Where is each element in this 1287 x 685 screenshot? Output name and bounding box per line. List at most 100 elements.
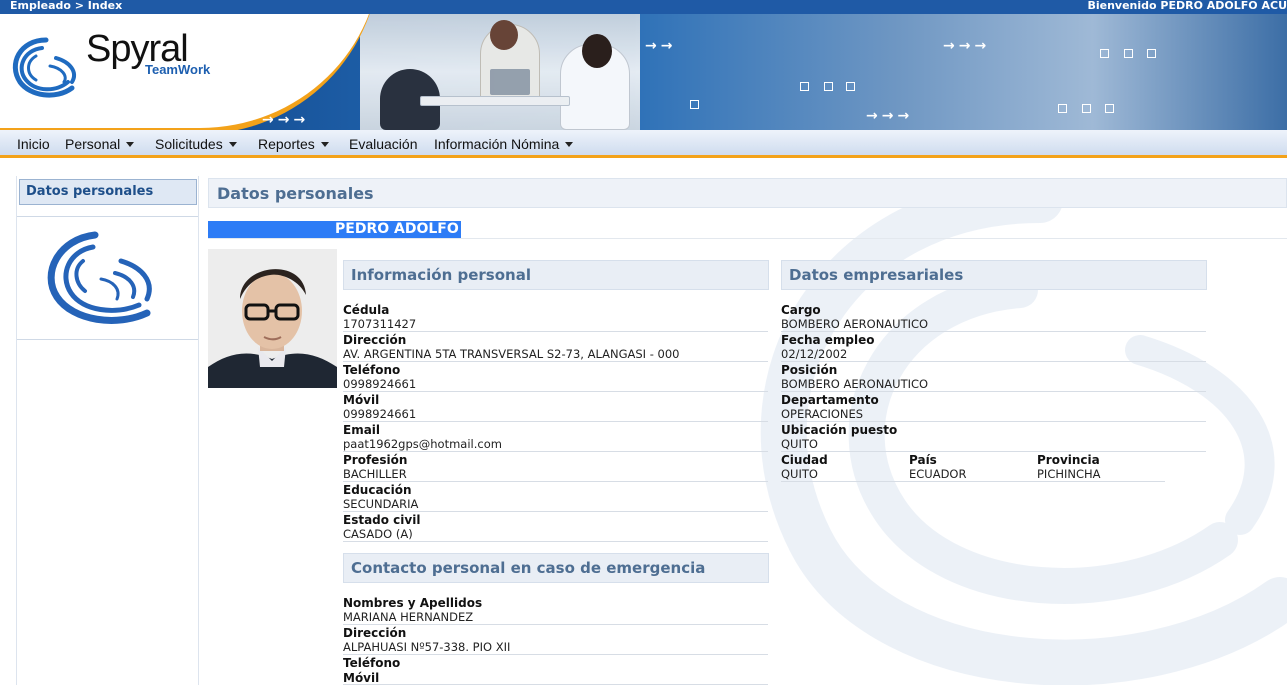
field-label: Posición — [781, 363, 838, 377]
caret-down-icon — [126, 142, 135, 147]
field-provincia: Provincia PICHINCHA — [1037, 452, 1165, 482]
welcome-message: Bienvenido PEDRO ADOLFO ACU — [1087, 0, 1287, 12]
business-info-heading: Datos empresariales — [781, 260, 1207, 290]
field-label: Estado civil — [343, 513, 421, 527]
field-label: Email — [343, 423, 381, 437]
field-direccion: Dirección AV. ARGENTINA 5TA TRANSVERSAL S… — [343, 332, 768, 362]
field-telefono: Teléfono 0998924661 — [343, 362, 768, 392]
nav-solicitudes[interactable]: Solicitudes — [155, 136, 237, 152]
text-selection-highlight — [208, 221, 333, 238]
field-ciudad: Ciudad QUITO — [781, 452, 909, 482]
field-movil: Móvil 0998924661 — [343, 392, 768, 422]
employee-name-row: PEDRO ADOLFO — [208, 221, 461, 238]
square-icon — [1105, 104, 1114, 113]
field-label: Cargo — [781, 303, 821, 317]
top-bar: Empleado > Index Bienvenido PEDRO ADOLFO… — [0, 0, 1287, 14]
field-nombres-apellidos: Nombres y Apellidos MARIANA HERNANDEZ — [343, 595, 768, 625]
sidebar-item-datos-personales[interactable]: Datos personales — [19, 179, 197, 205]
field-value: 0998924661 — [343, 407, 417, 421]
nav-label: Evaluación — [349, 136, 418, 152]
field-label: Departamento — [781, 393, 879, 407]
nav-evaluacion[interactable]: Evaluación — [349, 136, 418, 152]
personal-info-heading: Información personal — [343, 260, 769, 290]
square-icon — [1058, 104, 1067, 113]
nav-label: Solicitudes — [155, 136, 223, 152]
field-value: OPERACIONES — [781, 407, 864, 421]
field-cedula: Cédula 1707311427 — [343, 302, 768, 332]
nav-reportes[interactable]: Reportes — [258, 136, 329, 152]
field-fecha-empleo: Fecha empleo 02/12/2002 — [781, 332, 1206, 362]
field-label: Teléfono — [343, 363, 401, 377]
main-nav: Inicio Personal Solicitudes Reportes Eva… — [0, 130, 1287, 158]
field-cargo: Cargo BOMBERO AERONAUTICO — [781, 302, 1206, 332]
breadcrumb: Empleado > Index — [10, 0, 123, 12]
caret-down-icon — [565, 142, 574, 147]
field-label: Ubicación puesto — [781, 423, 898, 437]
field-label: Cédula — [343, 303, 390, 317]
field-value: PICHINCHA — [1037, 467, 1101, 481]
caret-down-icon — [228, 142, 237, 147]
arrows-icon: →→→ — [866, 108, 914, 124]
field-value: 0998924661 — [343, 377, 417, 391]
field-value: QUITO — [781, 437, 818, 451]
field-email: Email paat1962gps@hotmail.com — [343, 422, 768, 452]
spyral-logo-icon — [12, 37, 76, 98]
field-label: Móvil — [343, 393, 380, 407]
nav-inicio[interactable]: Inicio — [17, 136, 50, 152]
field-value: QUITO — [781, 467, 818, 481]
field-value: SECUNDARIA — [343, 497, 419, 511]
banner-tech-background — [640, 14, 1287, 130]
field-value: 02/12/2002 — [781, 347, 848, 361]
field-label: Móvil — [343, 671, 380, 685]
field-value: paat1962gps@hotmail.com — [343, 437, 502, 451]
arrows-icon: →→→ — [943, 38, 991, 54]
field-label: Nombres y Apellidos — [343, 596, 483, 610]
field-value: AV. ARGENTINA 5TA TRANSVERSAL S2-73, ALA… — [343, 347, 680, 361]
field-estado-civil: Estado civil CASADO (A) — [343, 512, 768, 542]
square-icon — [800, 82, 809, 91]
square-icon — [1124, 49, 1133, 58]
field-posicion: Posición BOMBERO AERONAUTICO — [781, 362, 1206, 392]
field-value: BOMBERO AERONAUTICO — [781, 377, 929, 391]
nav-personal[interactable]: Personal — [65, 136, 135, 152]
square-icon — [1147, 49, 1156, 58]
field-departamento: Departamento OPERACIONES — [781, 392, 1206, 422]
emergency-contact-heading: Contacto personal en caso de emergencia — [343, 553, 769, 583]
arrows-icon: →→→ — [262, 112, 310, 128]
field-label: País — [909, 453, 937, 467]
field-value: 1707311427 — [343, 317, 417, 331]
field-value: ALPAHUASI Nº57-338. PIO XII — [343, 640, 511, 654]
brand-subtitle: TeamWork — [145, 62, 211, 77]
left-sidebar: Datos personales — [16, 176, 199, 685]
nav-label: Inicio — [17, 136, 50, 152]
square-icon — [1082, 104, 1091, 113]
nav-label: Información Nómina — [434, 136, 560, 152]
field-label: Teléfono — [343, 656, 401, 670]
arrows-icon: →→ — [645, 38, 677, 54]
field-label: Educación — [343, 483, 412, 497]
field-ubicacion-puesto: Ubicación puesto QUITO — [781, 422, 1206, 452]
spyral-logo-icon — [47, 231, 152, 324]
field-value: ECUADOR — [909, 467, 967, 481]
field-label: Provincia — [1037, 453, 1100, 467]
banner-office-photo — [360, 14, 640, 130]
field-label: Dirección — [343, 333, 407, 347]
nav-label: Reportes — [258, 136, 315, 152]
field-value: MARIANA HERNANDEZ — [343, 610, 474, 624]
employee-name: PEDRO ADOLFO — [333, 221, 461, 238]
sidebar-logo-box — [17, 216, 198, 340]
field-label: Ciudad — [781, 453, 828, 467]
field-educacion: Educación SECUNDARIA — [343, 482, 768, 512]
field-profesion: Profesión BACHILLER — [343, 452, 768, 482]
square-icon — [846, 82, 855, 91]
square-icon — [824, 82, 833, 91]
square-icon — [690, 100, 699, 109]
nav-informacion-nomina[interactable]: Información Nómina — [434, 136, 574, 152]
field-label: Fecha empleo — [781, 333, 875, 347]
employee-photo — [208, 249, 337, 388]
field-pais: País ECUADOR — [909, 452, 1037, 482]
field-label: Dirección — [343, 626, 407, 640]
field-value: BOMBERO AERONAUTICO — [781, 317, 929, 331]
field-emergency-movil: Móvil — [343, 670, 768, 685]
caret-down-icon — [320, 142, 329, 147]
